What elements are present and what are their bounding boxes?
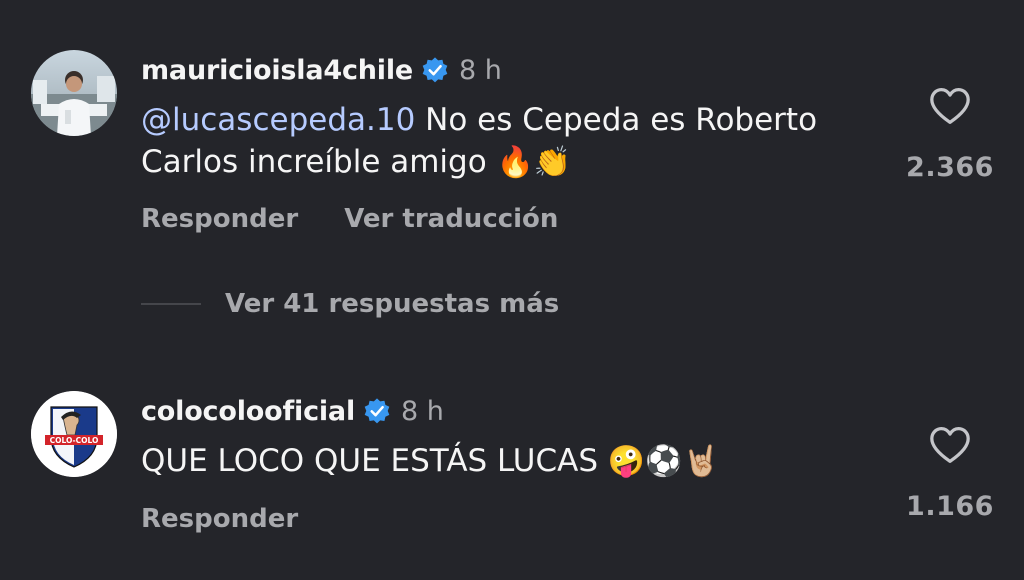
comment-actions: Responder (141, 504, 298, 534)
comment-text: @lucascepeda.10 No es Cepeda es Roberto … (141, 99, 841, 184)
view-more-replies-button[interactable]: Ver 41 respuestas más (141, 284, 559, 324)
verified-badge-icon (422, 57, 448, 83)
reply-button[interactable]: Responder (141, 204, 298, 234)
heart-icon[interactable] (928, 86, 972, 126)
verified-badge-icon (364, 398, 390, 424)
profile-photo-icon (31, 50, 117, 136)
avatar[interactable] (31, 50, 117, 136)
emoji-group: 🤪⚽🤘🏼 (607, 444, 720, 479)
like-section: 1.166 (905, 425, 995, 522)
mention-link[interactable]: @lucascepeda.10 (141, 102, 415, 138)
comment-item: mauricioisla4chile 8 h @lucascepeda.10 N… (0, 0, 1024, 319)
colo-colo-crest-icon: COLO-COLO (31, 391, 117, 477)
timestamp: 8 h (459, 54, 502, 86)
comment-actions: Responder Ver traducción (141, 204, 558, 234)
comment-item: COLO-COLO colocolooficial 8 h QUE LOCO Q… (0, 380, 1024, 580)
username[interactable]: mauricioisla4chile (141, 55, 413, 86)
like-section: 2.366 (905, 86, 995, 183)
like-count: 2.366 (906, 152, 994, 183)
crest-text: COLO-COLO (50, 436, 99, 445)
heart-icon[interactable] (928, 425, 972, 465)
comment-body: QUE LOCO QUE ESTÁS LUCAS (141, 443, 608, 479)
emoji-group: 🔥👏 (496, 145, 572, 180)
divider-line (141, 303, 201, 305)
view-more-replies-label: Ver 41 respuestas más (225, 289, 560, 319)
reply-button[interactable]: Responder (141, 504, 298, 534)
avatar[interactable]: COLO-COLO (31, 391, 117, 477)
timestamp: 8 h (401, 395, 444, 427)
comment-text: QUE LOCO QUE ESTÁS LUCAS 🤪⚽🤘🏼 (141, 440, 841, 483)
like-count: 1.166 (906, 491, 994, 522)
translate-button[interactable]: Ver traducción (344, 204, 558, 234)
username[interactable]: colocolooficial (141, 396, 355, 427)
